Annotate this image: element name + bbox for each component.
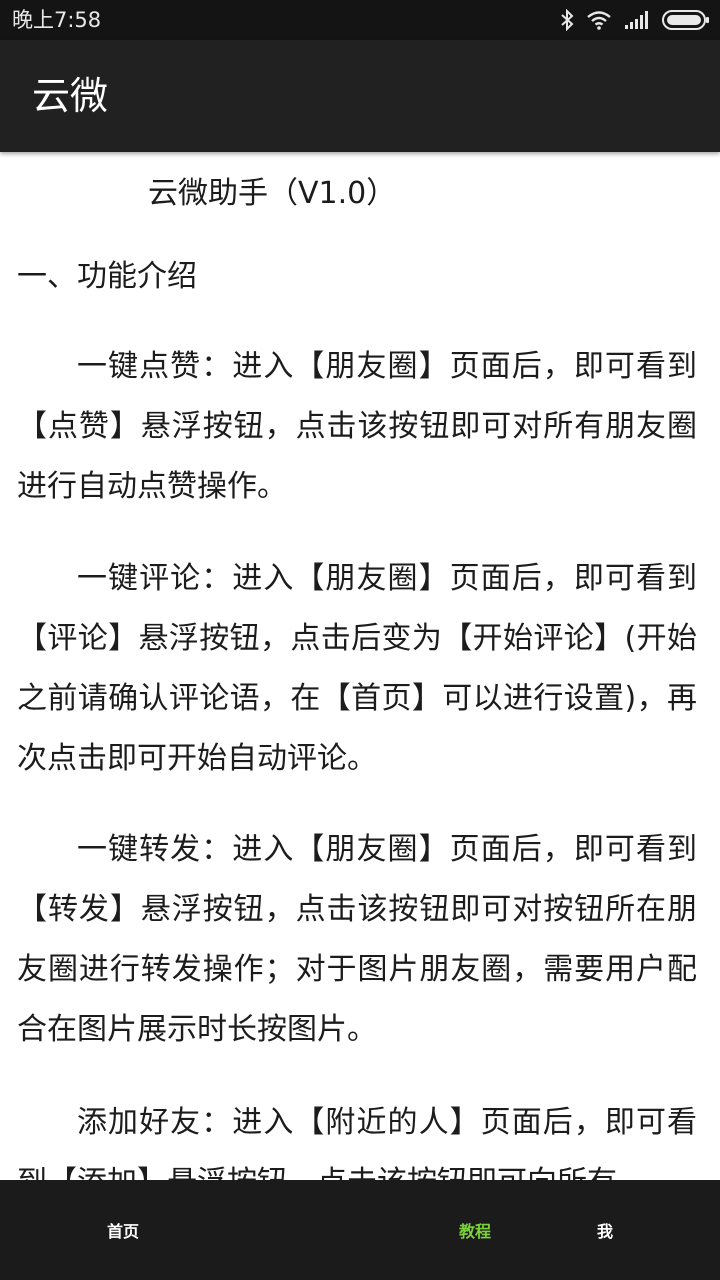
wifi-icon — [586, 10, 612, 30]
bottom-nav: 首页 教程 我 — [0, 1180, 720, 1280]
paragraph-like: 一键点赞：进入【朋友圈】页面后，即可看到【点赞】悬浮按钮，点击该按钮即可对所有朋… — [17, 349, 697, 504]
app-bar: 云微 — [0, 40, 720, 152]
paragraph-add-friend: 添加好友：进入【附近的人】页面后，即可看到【添加】悬浮按钮，点击该按钮即可向所有 — [17, 1105, 697, 1180]
bluetooth-icon — [560, 9, 574, 31]
nav-home[interactable]: 首页 — [0, 1180, 355, 1280]
section-heading: 一、功能介绍 — [17, 259, 197, 294]
tutorial-content[interactable]: 云微助手（V1.0） 一、功能介绍 一键点赞：进入【朋友圈】页面后，即可看到【点… — [0, 152, 720, 1180]
app-title: 云微 — [32, 74, 109, 118]
signal-icon — [624, 11, 650, 29]
status-bar: 晚上7:58 — [0, 0, 720, 40]
paragraph-forward: 一键转发：进入【朋友圈】页面后，即可看到【转发】悬浮按钮，点击该按钮即可对按钮所… — [17, 832, 697, 1047]
paragraph-comment: 一键评论：进入【朋友圈】页面后，即可看到【评论】悬浮按钮，点击后变为【开始评论】… — [17, 561, 697, 776]
doc-title: 云微助手（V1.0） — [148, 176, 397, 211]
status-icons — [560, 8, 710, 32]
status-time: 晚上7:58 — [12, 8, 102, 32]
nav-tutorial[interactable]: 教程 — [355, 1180, 595, 1280]
battery-icon — [662, 10, 710, 30]
nav-me[interactable]: 我 — [595, 1180, 720, 1280]
